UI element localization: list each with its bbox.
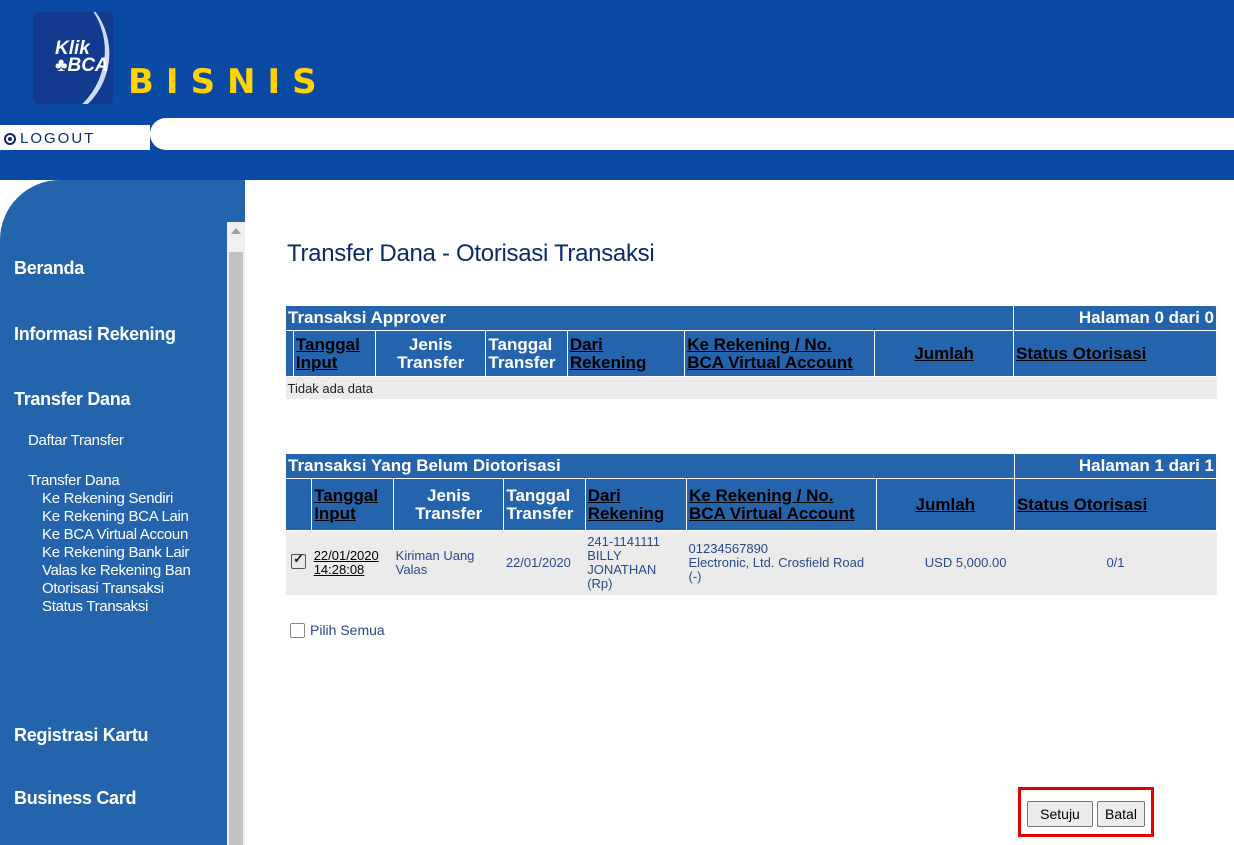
logout-link[interactable]: LOGOUT [4, 130, 95, 147]
sidebar-item-status-transaksi[interactable]: Status Transaksi [42, 598, 148, 615]
approver-col-tanggal-input[interactable]: Tanggal Input [292, 330, 376, 377]
header-curve [150, 118, 1234, 150]
select-all-checkbox[interactable] [290, 622, 305, 638]
logout-label: LOGOUT [20, 130, 96, 147]
pending-col-dari-rekening[interactable]: Dari Rekening [584, 478, 688, 531]
approver-table: Transaksi Approver Halaman 0 dari 0 Tang… [285, 305, 1217, 399]
klikbca-logo: Klik ♣BCA [33, 12, 113, 104]
approver-col-status-otorisasi[interactable]: Status Otorisasi [1013, 330, 1217, 377]
row-input-time: 14:28:08 [313, 562, 365, 577]
select-all[interactable]: Pilih Semua [290, 622, 385, 638]
pending-title-text: Transaksi Yang Belum Diotorisasi [288, 456, 561, 475]
sidebar-item-ke-bca-virtual-account[interactable]: Ke BCA Virtual Accoun [42, 526, 188, 543]
pending-col-jenis-transfer: Jenis Transfer [393, 478, 505, 531]
sidebar-item-ke-rekening-sendiri[interactable]: Ke Rekening Sendiri [42, 490, 173, 507]
approver-col-jumlah[interactable]: Jumlah [874, 330, 1014, 377]
scroll-thumb[interactable] [229, 252, 243, 845]
pending-col-tanggal-input[interactable]: Tanggal Input [311, 478, 395, 531]
row-dari-rekening-name: BILLY JONATHAN (Rp) [587, 548, 657, 591]
sidebar-item-ke-rekening-bank-lain[interactable]: Ke Rekening Bank Lair [42, 544, 189, 561]
pending-paging: Halaman 1 dari 1 [1013, 453, 1218, 479]
row-select-cell [285, 530, 312, 595]
sidebar-item-beranda[interactable]: Beranda [14, 258, 84, 279]
product-name: BISNIS [128, 62, 329, 102]
row-tanggal-input[interactable]: 22/01/2020 14:28:08 [311, 530, 394, 595]
row-checkbox[interactable] [291, 552, 307, 569]
sidebar-scrollbar[interactable] [227, 222, 245, 845]
page-title: Transfer Dana - Otorisasi Transaksi [287, 240, 655, 267]
sidebar-item-transfer-dana-sub[interactable]: Transfer Dana [28, 472, 120, 489]
pending-col-jumlah[interactable]: Jumlah [875, 478, 1015, 531]
approver-col-jenis-transfer: Jenis Transfer [374, 330, 487, 377]
power-icon [4, 132, 16, 145]
row-dari-rekening: 241-1141111 BILLY JONATHAN (Rp) [585, 530, 687, 595]
row-ke-rekening-name: Electronic, Ltd. Crosfield Road (-) [688, 555, 865, 584]
app-header: Klik ♣BCA BISNIS [0, 0, 1234, 125]
scroll-up-icon[interactable] [231, 228, 241, 234]
sidebar-item-valas-ke-rekening-bank[interactable]: Valas ke Rekening Ban [42, 562, 191, 579]
sidebar-nav: Beranda Informasi Rekening Transfer Dana… [0, 180, 245, 845]
row-input-date: 22/01/2020 [313, 548, 379, 563]
row-ke-rekening-no: 01234567890 [688, 541, 769, 556]
sidebar-item-business-card[interactable]: Business Card [14, 788, 136, 809]
pending-table-title: Transaksi Yang Belum Diotorisasi [285, 453, 1015, 479]
sidebar-item-transfer-dana[interactable]: Transfer Dana [14, 389, 130, 410]
row-jumlah: USD 5,000.00 [876, 530, 1015, 595]
pending-col-select [284, 478, 313, 531]
approve-button[interactable]: Setuju [1027, 801, 1093, 827]
pending-col-tanggal-transfer: Tanggal Transfer [503, 478, 586, 531]
row-dari-rekening-no: 241-1141111 [587, 534, 660, 549]
row-status-otorisasi: 0/1 [1014, 530, 1217, 595]
row-tanggal-transfer: 22/01/2020 [503, 530, 586, 595]
sidebar-item-otorisasi-transaksi[interactable]: Otorisasi Transaksi [42, 580, 164, 597]
pending-col-status-otorisasi[interactable]: Status Otorisasi [1013, 478, 1218, 531]
sidebar-item-daftar-transfer[interactable]: Daftar Transfer [28, 432, 124, 449]
empty-data-text: Tidak ada data [285, 376, 1217, 399]
pending-table: Transaksi Yang Belum Diotorisasi Halaman… [284, 453, 1218, 595]
approver-title-text: Transaksi Approver [288, 308, 447, 327]
logo-text: Klik ♣BCA [55, 39, 109, 76]
approver-table-title: Transaksi Approver [285, 305, 1014, 331]
approver-paging: Halaman 0 dari 0 [1013, 305, 1217, 331]
pending-col-ke-rekening[interactable]: Ke Rekening / No. BCA Virtual Account [686, 478, 877, 531]
cancel-button[interactable]: Batal [1097, 801, 1145, 827]
approver-empty-row: Tidak ada data [285, 376, 1217, 399]
row-ke-rekening: 01234567890 Electronic, Ltd. Crosfield R… [686, 530, 877, 595]
approver-col-tanggal-transfer: Tanggal Transfer [485, 330, 568, 377]
sidebar-item-ke-rekening-bca-lain[interactable]: Ke Rekening BCA Lain [42, 508, 189, 525]
row-jenis-transfer: Kiriman Uang Valas [393, 530, 504, 595]
select-all-label: Pilih Semua [310, 622, 385, 638]
approver-col-dari-rekening[interactable]: Dari Rekening [566, 330, 686, 377]
approver-col-spacer [285, 330, 294, 377]
logo-line2: ♣BCA [55, 55, 109, 76]
sidebar-item-registrasi-kartu[interactable]: Registrasi Kartu [14, 725, 149, 746]
table-row: 22/01/2020 14:28:08 Kiriman Uang Valas 2… [285, 530, 1217, 595]
sidebar-item-informasi-rekening[interactable]: Informasi Rekening [14, 324, 176, 345]
approver-col-ke-rekening[interactable]: Ke Rekening / No. BCA Virtual Account [684, 330, 876, 377]
